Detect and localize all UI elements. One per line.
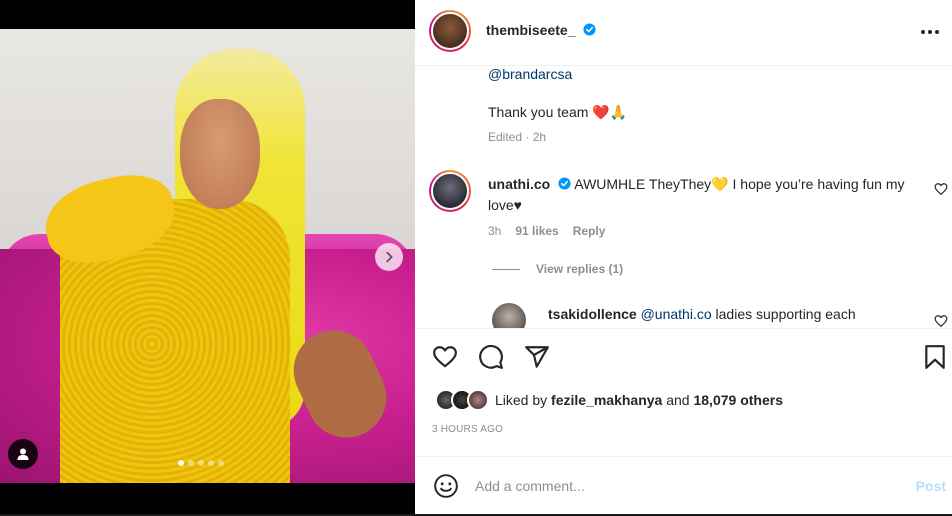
post-header: thembiseete_ bbox=[415, 0, 952, 66]
comment-text-part1: AWUMHLE TheyThey bbox=[574, 176, 712, 192]
bookmark-icon[interactable] bbox=[922, 344, 948, 370]
carousel-dot bbox=[198, 460, 204, 466]
reply-text: ladies supporting each bbox=[715, 306, 856, 322]
comment-emoji: 💛 bbox=[711, 176, 729, 192]
carousel-dots bbox=[178, 460, 224, 466]
post-panel: thembiseete_ @brandarcsa Thank you team … bbox=[415, 0, 952, 516]
carousel-dot bbox=[208, 460, 214, 466]
photo-face bbox=[180, 99, 260, 209]
comment-reply-button[interactable]: Reply bbox=[573, 224, 606, 238]
reply-body: tsakidollence @unathi.co ladies supporti… bbox=[548, 306, 856, 322]
caption-thanks-text: Thank you team bbox=[488, 104, 589, 120]
verified-icon bbox=[558, 177, 571, 190]
verified-icon bbox=[583, 23, 596, 36]
post-photo[interactable] bbox=[0, 29, 415, 483]
caption-emoji: ❤️🙏 bbox=[592, 104, 628, 120]
comments-section[interactable]: @brandarcsa Thank you team ❤️🙏 Edited · … bbox=[415, 66, 952, 328]
view-replies-button[interactable]: View replies (1) bbox=[492, 262, 623, 276]
caption-mention[interactable]: @brandarcsa bbox=[488, 66, 572, 82]
carousel-next-button[interactable] bbox=[375, 243, 403, 271]
reply-username[interactable]: tsakidollence bbox=[548, 306, 637, 322]
post-actions: Liked by fezile_makhanya and 18,079 othe… bbox=[415, 328, 952, 456]
likes-others[interactable]: 18,079 others bbox=[693, 392, 783, 408]
liker-avatar bbox=[467, 389, 489, 411]
reply-mention[interactable]: @unathi.co bbox=[641, 306, 712, 322]
comment-input[interactable] bbox=[475, 475, 895, 497]
action-icons bbox=[432, 344, 550, 370]
comment-likes[interactable]: 91 likes bbox=[515, 224, 558, 238]
emoji-icon[interactable] bbox=[433, 473, 459, 499]
heart-icon[interactable] bbox=[432, 344, 458, 370]
post-time[interactable]: 3 HOURS AGO bbox=[432, 424, 503, 435]
comment-icon[interactable] bbox=[478, 344, 504, 370]
reply-like-heart-icon[interactable] bbox=[934, 314, 948, 328]
chevron-right-icon bbox=[386, 251, 393, 263]
likes-summary: Liked by fezile_makhanya and 18,079 othe… bbox=[435, 389, 783, 411]
author-username[interactable]: thembiseete_ bbox=[486, 22, 596, 38]
likes-connector: and bbox=[666, 392, 690, 408]
comment-like-heart-icon[interactable] bbox=[934, 182, 948, 196]
user-tag-icon bbox=[17, 448, 29, 460]
caption-edited: Edited · 2h bbox=[488, 130, 547, 144]
user-tag-button[interactable] bbox=[8, 439, 38, 469]
likes-first-user[interactable]: fezile_makhanya bbox=[551, 392, 662, 408]
media-pane bbox=[0, 0, 415, 516]
share-icon[interactable] bbox=[524, 344, 550, 370]
carousel-dot bbox=[188, 460, 194, 466]
edited-time: 2h bbox=[532, 130, 547, 144]
more-options-button[interactable] bbox=[918, 20, 942, 44]
post-comment-button[interactable]: Post bbox=[916, 478, 946, 494]
edited-label: Edited bbox=[488, 130, 523, 144]
author-username-text[interactable]: thembiseete_ bbox=[486, 22, 575, 38]
likes-prefix: Liked by bbox=[495, 392, 548, 408]
carousel-dot bbox=[218, 460, 224, 466]
comment-meta: 3h 91 likes Reply bbox=[488, 224, 605, 238]
author-avatar[interactable] bbox=[429, 10, 471, 52]
carousel-dot bbox=[178, 460, 184, 466]
more-icon bbox=[921, 30, 939, 34]
reply-avatar[interactable] bbox=[492, 303, 526, 328]
view-replies-label[interactable]: View replies (1) bbox=[536, 262, 623, 276]
caption-thanks: Thank you team ❤️🙏 bbox=[488, 104, 627, 121]
likers-avatars[interactable] bbox=[435, 389, 489, 411]
add-comment-bar: Post bbox=[415, 456, 952, 514]
comment-time: 3h bbox=[488, 224, 502, 238]
comment-body: unathi.co AWUMHLE TheyThey💛 I hope you’r… bbox=[488, 174, 928, 216]
replies-divider bbox=[492, 268, 520, 270]
commenter-username[interactable]: unathi.co bbox=[488, 176, 550, 192]
commenter-avatar[interactable] bbox=[429, 170, 471, 212]
